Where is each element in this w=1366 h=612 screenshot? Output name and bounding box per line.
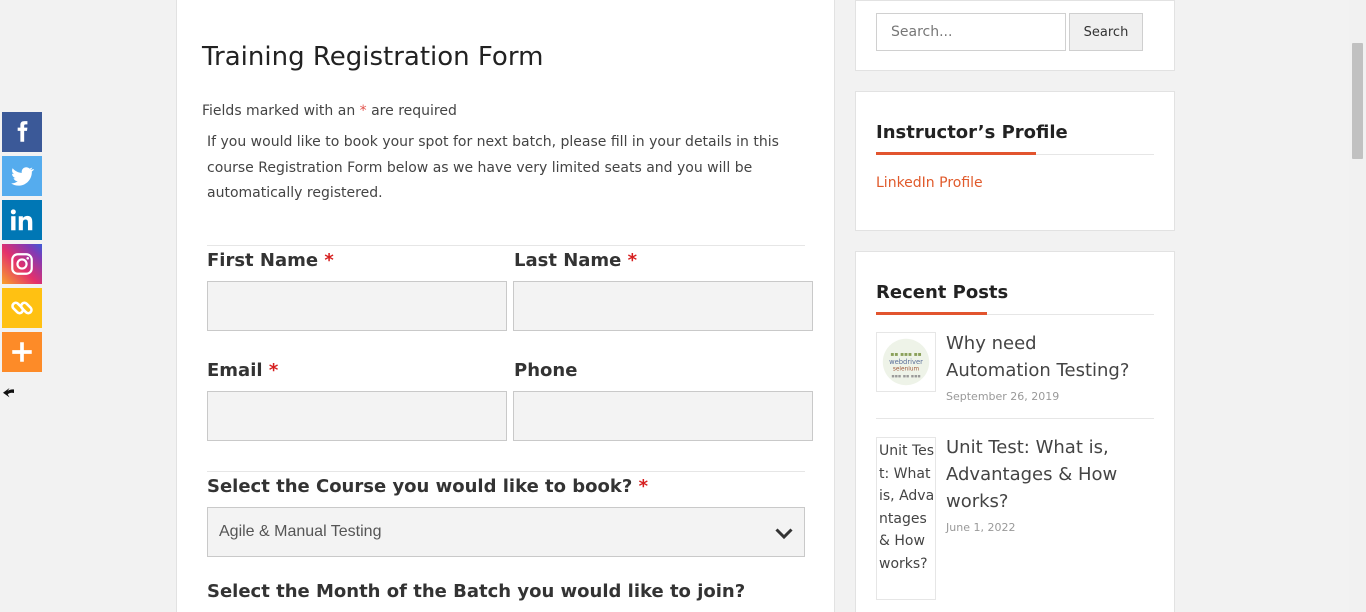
- phone-input[interactable]: [513, 391, 813, 441]
- svg-text:selenium: selenium: [893, 367, 920, 373]
- page-title: Training Registration Form: [202, 42, 544, 72]
- course-select-label: Select the Course you would like to book…: [207, 476, 649, 497]
- post-date: June 1, 2022: [946, 521, 1016, 534]
- svg-text:▪▪▪ ▪▪ ▪▪▪: ▪▪▪ ▪▪ ▪▪▪: [891, 374, 920, 379]
- last-name-label: Last Name *: [514, 250, 638, 271]
- page-scrollbar[interactable]: [1349, 0, 1366, 612]
- more-share-button[interactable]: [2, 332, 42, 372]
- batch-month-label: Select the Month of the Batch you would …: [207, 581, 746, 602]
- facebook-share-button[interactable]: [2, 112, 42, 152]
- search-button[interactable]: Search: [1069, 13, 1143, 51]
- recent-posts-widget: Recent Posts ▪▪ ▪▪▪ ▪▪ webdriver seleniu…: [855, 251, 1175, 612]
- broken-image-alt-text: Unit Test: What is, Advantages & How wor…: [879, 443, 935, 572]
- post-thumbnail[interactable]: Unit Test: What is, Advantages & How wor…: [876, 437, 936, 600]
- twitter-icon: [11, 167, 35, 186]
- widget-title-accent: [876, 152, 1036, 155]
- post-title-link[interactable]: Unit Test: What is, Advantages & How wor…: [946, 434, 1146, 515]
- svg-text:webdriver: webdriver: [889, 358, 923, 366]
- intro-text: If you would like to book your spot for …: [207, 134, 779, 201]
- post-thumbnail[interactable]: ▪▪ ▪▪▪ ▪▪ webdriver selenium ▪▪▪ ▪▪ ▪▪▪: [876, 332, 936, 392]
- search-widget: Search: [855, 0, 1175, 71]
- email-input[interactable]: [207, 391, 507, 441]
- post-date: September 26, 2019: [946, 390, 1060, 403]
- scrollbar-thumb[interactable]: [1352, 43, 1363, 159]
- social-share-bar: [2, 112, 42, 376]
- facebook-icon: [17, 121, 28, 142]
- post-title-link[interactable]: Why need Automation Testing?: [946, 330, 1146, 384]
- plus-icon: [12, 342, 32, 362]
- post-separator: [876, 418, 1154, 419]
- phone-label: Phone: [514, 360, 578, 381]
- first-name-label: First Name *: [207, 250, 334, 271]
- first-name-input[interactable]: [207, 281, 507, 331]
- widget-title-accent: [876, 312, 987, 315]
- required-fields-note: Fields marked with an * are required: [202, 103, 457, 119]
- hide-share-bar-icon[interactable]: [2, 385, 16, 399]
- linkedin-share-button[interactable]: [2, 200, 42, 240]
- link-icon: [11, 301, 33, 315]
- divider: [207, 245, 805, 246]
- linkedin-profile-link[interactable]: LinkedIn Profile: [876, 175, 983, 191]
- instagram-icon: [11, 253, 33, 275]
- instagram-share-button[interactable]: [2, 244, 42, 284]
- copy-link-share-button[interactable]: [2, 288, 42, 328]
- search-input[interactable]: [876, 13, 1066, 51]
- registration-form-card: Training Registration Form Fields marked…: [176, 0, 835, 612]
- last-name-input[interactable]: [513, 281, 813, 331]
- widget-title: Recent Posts: [876, 282, 1009, 303]
- widget-title: Instructor’s Profile: [876, 122, 1068, 143]
- twitter-share-button[interactable]: [2, 156, 42, 196]
- divider: [207, 471, 805, 472]
- course-select-value: Agile & Manual Testing: [219, 523, 382, 540]
- email-label: Email *: [207, 360, 279, 381]
- chevron-down-icon: [775, 528, 793, 540]
- instructor-profile-widget: Instructor’s Profile LinkedIn Profile: [855, 91, 1175, 231]
- word-cloud-image: ▪▪ ▪▪▪ ▪▪ webdriver selenium ▪▪▪ ▪▪ ▪▪▪: [882, 338, 930, 386]
- required-asterisk: *: [359, 103, 367, 119]
- course-select[interactable]: Agile & Manual Testing: [207, 507, 805, 557]
- linkedin-icon: [10, 209, 33, 231]
